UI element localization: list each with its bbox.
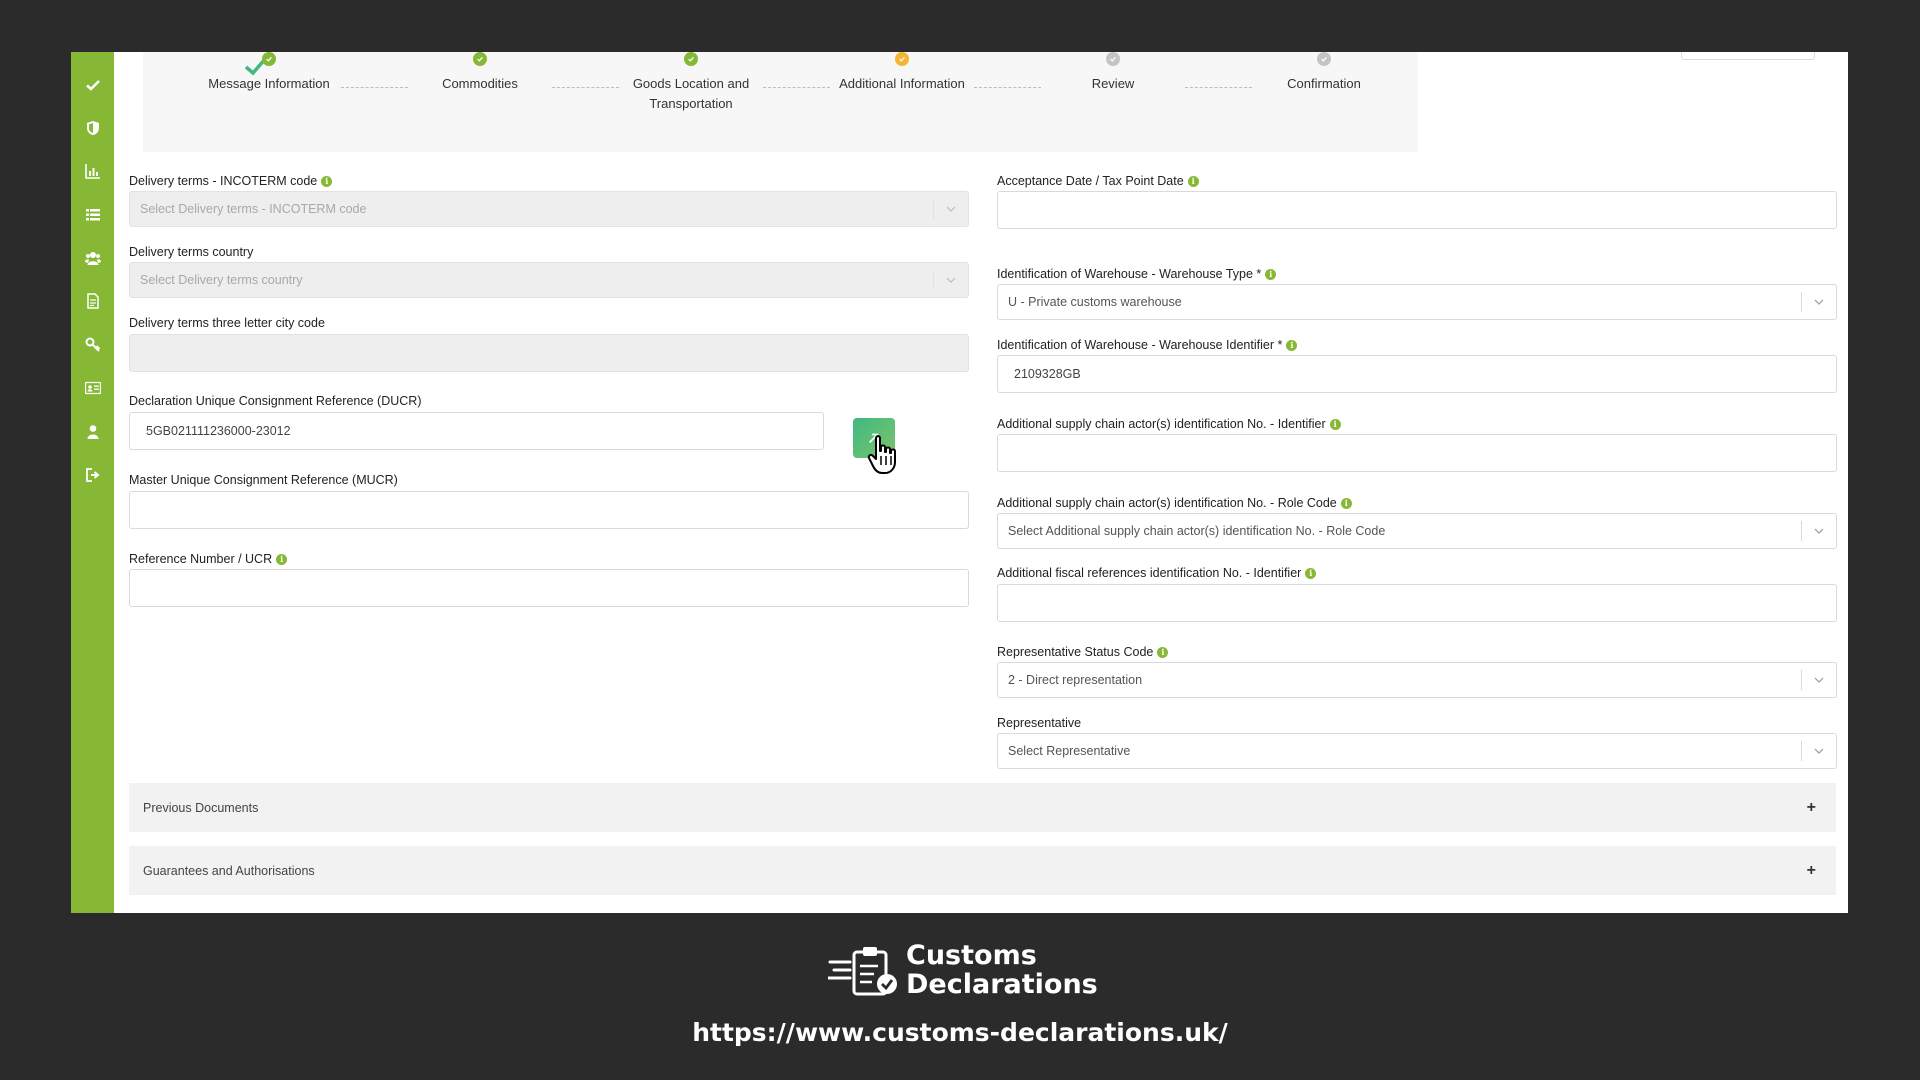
mucr-input[interactable] [129,491,969,529]
warehouse-type-label: Identification of Warehouse - Warehouse … [997,267,1277,281]
info-icon[interactable]: i [1187,175,1199,187]
representative-select[interactable]: Select Representative [997,733,1837,769]
shield-icon[interactable] [71,113,114,143]
step-label: Goods Location and Transportation [632,76,750,111]
check-icon[interactable] [71,70,114,100]
fiscal-ref-input[interactable] [997,584,1837,622]
users-icon[interactable] [71,243,114,273]
step-status-icon [1317,52,1331,66]
info-icon[interactable]: i [321,175,333,187]
ducr-input[interactable]: 5GB021111236000-23012 [129,412,824,450]
terms-country-label: Delivery terms country [129,245,254,259]
chevron-down-icon [1801,741,1836,761]
info-icon[interactable]: i [1340,497,1352,509]
chevron-down-icon [933,199,968,219]
step-label: Review [1091,76,1135,91]
info-icon[interactable]: i [1265,268,1277,280]
step-status-icon [1106,52,1120,66]
info-icon[interactable]: i [276,553,288,565]
bar-chart-icon[interactable] [71,156,114,186]
guarantees-accordion[interactable]: Guarantees and Authorisations + [129,846,1836,895]
info-icon[interactable]: i [1305,567,1317,579]
progress-stepper: Message Information Commodities Goods Loca… [143,52,1418,152]
sign-out-icon[interactable] [71,460,114,490]
step-status-icon [895,52,909,66]
fiscal-ref-label: Additional fiscal references identificat… [997,566,1317,580]
incoterm-select[interactable]: Select Delivery terms - INCOTERM code [129,191,969,227]
brand-name-line1: Customs [906,940,1037,971]
city-code-label: Delivery terms three letter city code [129,316,325,330]
mucr-label: Master Unique Consignment Reference (MUC… [129,473,398,487]
plus-icon[interactable]: + [1807,783,1816,832]
info-icon[interactable]: i [1157,646,1169,658]
chevron-down-icon [1801,670,1836,690]
top-right-button[interactable] [1681,52,1815,60]
warehouse-type-select[interactable]: U - Private customs warehouse [997,284,1837,320]
step-3[interactable]: Goods Location and Transportation [601,52,781,114]
acceptance-date-label: Acceptance Date / Tax Point Date i [997,174,1199,188]
step-4[interactable]: Additional Information [812,52,992,94]
clipboard-check-icon [828,947,897,996]
brand-name-line2: Declarations [906,969,1098,1000]
supply-chain-role-select[interactable]: Select Additional supply chain actor(s) … [997,513,1837,549]
rep-status-select[interactable]: 2 - Direct representation [997,662,1837,698]
city-code-input[interactable] [129,334,969,372]
incoterm-label: Delivery terms - INCOTERM code i [129,174,333,188]
chevron-down-icon [1801,521,1836,541]
step-5[interactable]: Review [1023,52,1203,94]
chevron-down-icon [933,270,968,290]
plus-icon[interactable]: + [1807,846,1816,895]
hand-cursor-icon [867,435,896,474]
accordion-label: Guarantees and Authorisations [143,863,315,878]
step-2[interactable]: Commodities [390,52,570,94]
previous-documents-accordion[interactable]: Previous Documents + [129,783,1836,832]
supply-chain-id-label: Additional supply chain actor(s) identif… [997,417,1341,431]
step-label: Message Information [208,76,330,91]
ucr-input[interactable] [129,569,969,607]
document-icon[interactable] [71,286,114,316]
acceptance-date-input[interactable] [997,191,1837,229]
info-icon[interactable]: i [1286,339,1298,351]
accordion-label: Previous Documents [143,800,259,815]
info-icon[interactable]: i [1329,418,1341,430]
step-1[interactable]: Message Information [179,52,359,94]
step-label: Additional Information [839,76,965,91]
ducr-label: Declaration Unique Consignment Reference… [129,394,422,408]
step-status-icon [684,52,698,66]
brand-logo: Customs Declarations [828,940,1098,1000]
ucr-label: Reference Number / UCR i [129,552,288,566]
representative-label: Representative [997,716,1082,730]
terms-country-select[interactable]: Select Delivery terms country [129,262,969,298]
step-status-icon [262,52,276,66]
rep-status-label: Representative Status Code i [997,645,1169,659]
supply-chain-role-label: Additional supply chain actor(s) identif… [997,496,1352,510]
sidebar [71,52,114,913]
supply-chain-id-input[interactable] [997,434,1837,472]
warehouse-id-label: Identification of Warehouse - Warehouse … [997,338,1298,352]
step-label: Confirmation [1287,76,1361,91]
id-card-icon[interactable] [71,373,114,403]
key-icon[interactable] [71,330,114,360]
app-window: Message Information Commodities Goods Loca… [71,52,1848,913]
step-6[interactable]: Confirmation [1234,52,1414,94]
step-status-icon [473,52,487,66]
website-url: https://www.customs-declarations.uk/ [692,1018,1228,1047]
chevron-down-icon [1801,292,1836,312]
user-icon[interactable] [71,417,114,447]
step-label: Commodities [442,76,518,91]
warehouse-id-input[interactable]: 2109328GB [997,355,1837,393]
list-icon[interactable] [71,200,114,230]
